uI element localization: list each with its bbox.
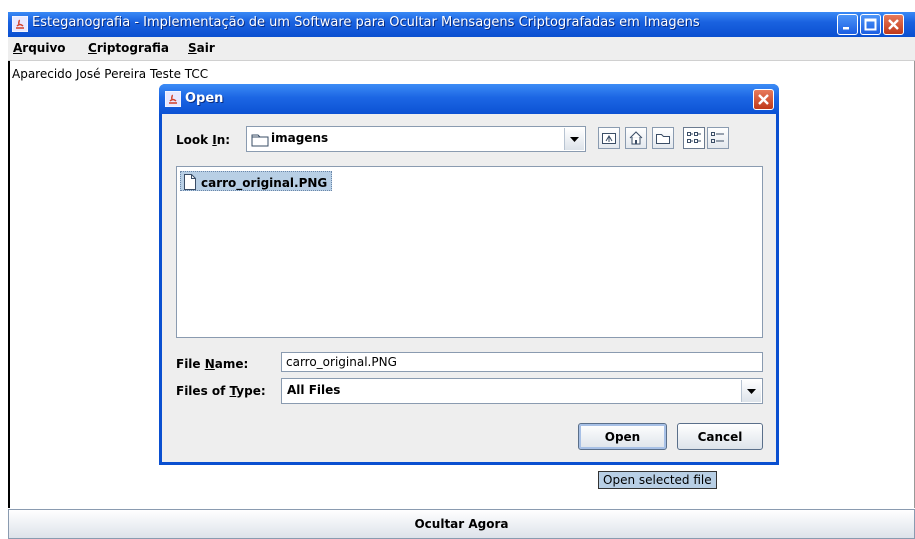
dialog-title: Open xyxy=(185,91,224,106)
maximize-button[interactable] xyxy=(860,14,881,35)
menu-bar: Arquivo Criptografia Sair xyxy=(8,37,915,61)
dialog-title-bar[interactable]: Open xyxy=(159,84,779,114)
title-bar[interactable]: Esteganografia - Implementação de um Sof… xyxy=(8,12,915,37)
up-folder-icon xyxy=(602,133,616,144)
list-view-icon xyxy=(687,132,701,143)
chevron-down-icon xyxy=(747,389,756,394)
menu-sair[interactable]: Sair xyxy=(188,41,215,55)
close-icon xyxy=(888,19,899,30)
new-folder-button[interactable] xyxy=(652,127,674,149)
ocultar-agora-button[interactable]: Ocultar Agora xyxy=(8,509,915,539)
up-one-level-button[interactable] xyxy=(598,127,620,149)
cancel-button[interactable]: Cancel xyxy=(677,423,763,450)
tooltip: Open selected file xyxy=(598,471,717,489)
home-icon xyxy=(629,131,643,145)
author-label: Aparecido José Pereira Teste TCC xyxy=(12,67,209,81)
list-item[interactable]: carro_original.PNG xyxy=(180,171,333,191)
details-view-button[interactable] xyxy=(707,127,729,149)
files-of-type-dropdown-arrow[interactable] xyxy=(741,380,761,402)
minimize-icon xyxy=(843,27,849,30)
look-in-label: Look In: xyxy=(176,133,231,147)
folder-icon xyxy=(251,134,269,147)
close-button[interactable] xyxy=(883,14,904,35)
chevron-down-icon xyxy=(570,137,579,142)
dialog-close-button[interactable] xyxy=(753,89,774,110)
look-in-combo[interactable]: imagens xyxy=(246,126,586,152)
look-in-value: imagens xyxy=(271,131,329,145)
look-in-dropdown-arrow[interactable] xyxy=(564,128,584,150)
dialog-body: Look In: imagens carro_original.PNG File… xyxy=(162,114,776,462)
menu-criptografia[interactable]: Criptografia xyxy=(88,41,169,55)
details-view-icon xyxy=(711,132,724,143)
open-button[interactable]: Open xyxy=(578,423,667,450)
new-folder-icon xyxy=(656,134,670,144)
java-app-icon xyxy=(165,91,181,107)
files-of-type-label: Files of Type: xyxy=(176,384,266,398)
file-name-input[interactable]: carro_original.PNG xyxy=(281,352,763,372)
file-name-text: carro_original.PNG xyxy=(201,176,328,190)
minimize-button[interactable] xyxy=(837,14,858,35)
file-list[interactable]: carro_original.PNG xyxy=(176,166,763,338)
java-app-icon xyxy=(12,16,28,32)
close-icon xyxy=(758,94,769,105)
file-icon xyxy=(184,174,196,190)
list-view-button[interactable] xyxy=(683,127,705,149)
files-of-type-value: All Files xyxy=(287,383,341,397)
home-button[interactable] xyxy=(625,127,647,149)
window-title: Esteganografia - Implementação de um Sof… xyxy=(32,15,700,30)
open-dialog: Open Look In: imagens carro_original.PNG… xyxy=(159,84,779,465)
menu-arquivo[interactable]: Arquivo xyxy=(13,41,66,55)
maximize-icon xyxy=(864,18,877,31)
files-of-type-combo[interactable]: All Files xyxy=(281,378,763,404)
file-name-label: File Name: xyxy=(176,357,249,371)
